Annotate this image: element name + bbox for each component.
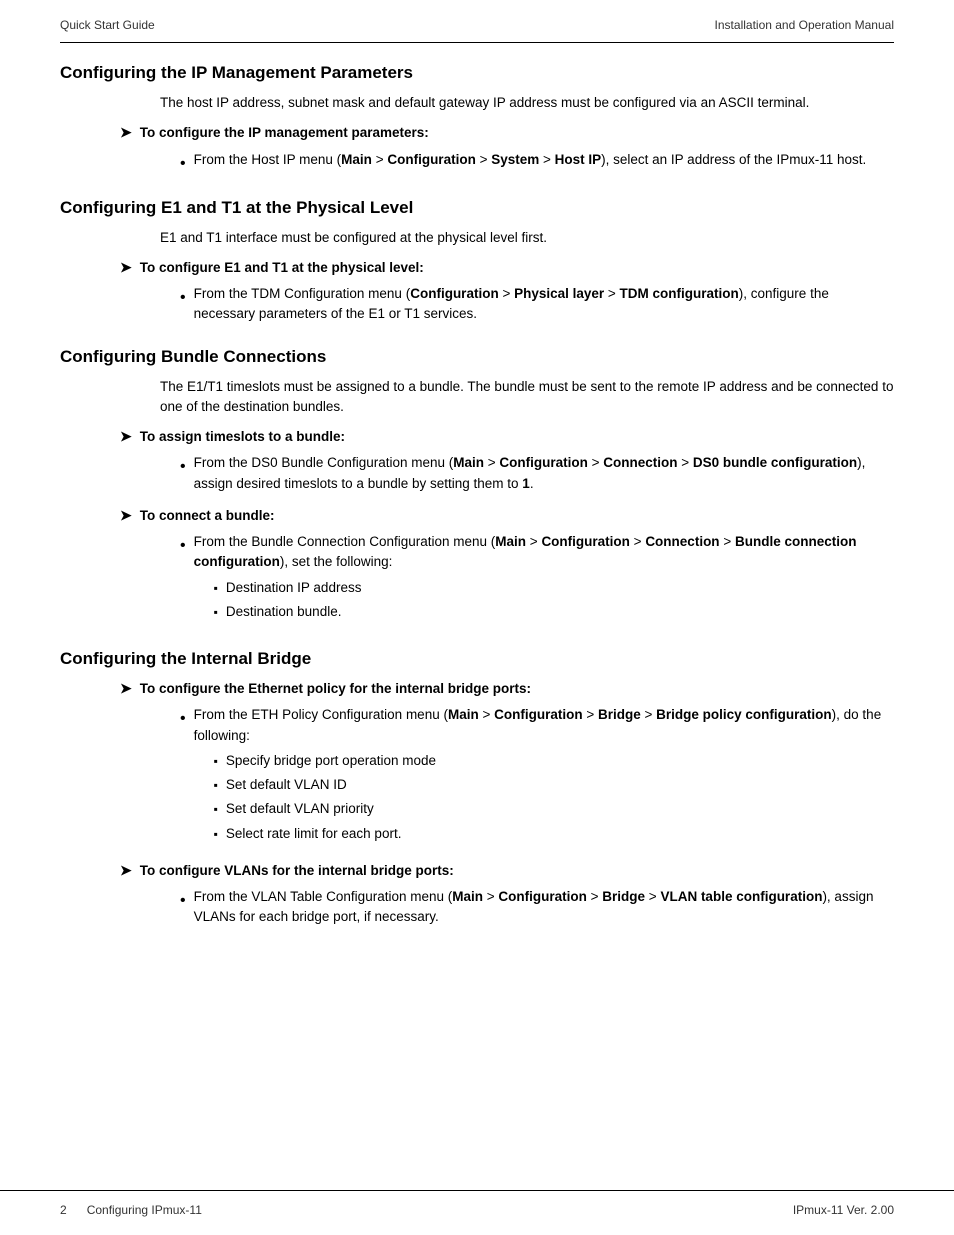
arrow-item-ip: ➤ To configure the IP management paramet… xyxy=(120,123,894,143)
arrow-item-bridge-2: ➤ To configure VLANs for the internal br… xyxy=(120,861,894,881)
sub-bullet-item-bridge-1-3: ▪ Set default VLAN priority xyxy=(214,799,894,819)
footer-right-text: IPmux-11 Ver. 2.00 xyxy=(793,1203,894,1217)
bullet-item-bundle-1: • From the DS0 Bundle Configuration menu… xyxy=(180,453,894,494)
bullet-item-bridge-1: • From the ETH Policy Configuration menu… xyxy=(180,705,894,849)
arrow-item-e1: ➤ To configure E1 and T1 at the physical… xyxy=(120,258,894,278)
bullet-text-bundle-1: From the DS0 Bundle Configuration menu (… xyxy=(194,453,894,494)
bullet-item-bundle-2: • From the Bundle Connection Configurati… xyxy=(180,532,894,627)
sub-bullet-text-bundle-2-1: Destination IP address xyxy=(226,578,362,598)
section-e1-t1-title: Configuring E1 and T1 at the Physical Le… xyxy=(60,198,894,218)
sub-bullet-item-bundle-2-1: ▪ Destination IP address xyxy=(214,578,894,598)
arrow-item-bundle-1: ➤ To assign timeslots to a bundle: xyxy=(120,427,894,447)
section-bundle: Configuring Bundle Connections The E1/T1… xyxy=(60,347,894,628)
section-ip-management-title: Configuring the IP Management Parameters xyxy=(60,63,894,83)
arrow-icon-bundle-1: ➤ xyxy=(120,428,132,445)
bullet-list-e1: • From the TDM Configuration menu (Confi… xyxy=(180,284,894,325)
bundle-instruction-2: ➤ To connect a bundle: • From the Bundle… xyxy=(60,506,894,627)
sub-bullet-text-bridge-1-3: Set default VLAN priority xyxy=(226,799,374,819)
sub-bullet-symbol-1: ▪ xyxy=(214,579,218,597)
section-ip-management: Configuring the IP Management Parameters… xyxy=(60,63,894,176)
section-e1-t1: Configuring E1 and T1 at the Physical Le… xyxy=(60,198,894,325)
sub-bullet-symbol-2: ▪ xyxy=(214,603,218,621)
arrow-text-e1: To configure E1 and T1 at the physical l… xyxy=(140,258,424,278)
main-content: Configuring the IP Management Parameters… xyxy=(0,43,954,1190)
footer-left: 2 Configuring IPmux-11 xyxy=(60,1203,202,1217)
arrow-text-bridge-1: To configure the Ethernet policy for the… xyxy=(140,679,531,699)
bullet-list-ip: • From the Host IP menu (Main > Configur… xyxy=(180,150,894,176)
bullet-dot-bundle-1: • xyxy=(180,455,186,479)
section-bridge: Configuring the Internal Bridge ➤ To con… xyxy=(60,649,894,928)
bullet-text-bridge-2: From the VLAN Table Configuration menu (… xyxy=(194,887,894,928)
bullet-dot-ip-1: • xyxy=(180,152,186,176)
sub-bullet-list-bridge-1: ▪ Specify bridge port operation mode ▪ S… xyxy=(214,751,894,844)
arrow-text-ip: To configure the IP management parameter… xyxy=(140,123,429,143)
section-bundle-intro: The E1/T1 timeslots must be assigned to … xyxy=(160,377,894,418)
bullet-text-e1-1: From the TDM Configuration menu (Configu… xyxy=(194,284,894,325)
arrow-text-bundle-1: To assign timeslots to a bundle: xyxy=(140,427,345,447)
sub-bullet-list-bundle-2: ▪ Destination IP address ▪ Destination b… xyxy=(214,578,894,623)
arrow-text-bridge-2: To configure VLANs for the internal brid… xyxy=(140,861,454,881)
arrow-icon-bridge-1: ➤ xyxy=(120,680,132,697)
sub-bullet-text-bundle-2-2: Destination bundle. xyxy=(226,602,342,622)
section-bridge-title: Configuring the Internal Bridge xyxy=(60,649,894,669)
sub-bullet-symbol-b1-2: ▪ xyxy=(214,776,218,794)
bundle-instruction-1: ➤ To assign timeslots to a bundle: • Fro… xyxy=(60,427,894,494)
header-right: Installation and Operation Manual xyxy=(715,18,894,32)
bullet-dot-bundle-2: • xyxy=(180,534,186,558)
header-left: Quick Start Guide xyxy=(60,18,155,32)
footer-right: IPmux-11 Ver. 2.00 xyxy=(793,1203,894,1217)
section-ip-management-intro: The host IP address, subnet mask and def… xyxy=(160,93,894,113)
bullet-item-e1-1: • From the TDM Configuration menu (Confi… xyxy=(180,284,894,325)
bridge-instruction-2: ➤ To configure VLANs for the internal br… xyxy=(60,861,894,928)
page-header: Quick Start Guide Installation and Opera… xyxy=(0,0,954,42)
arrow-text-bundle-2: To connect a bundle: xyxy=(140,506,275,526)
bullet-list-bridge-2: • From the VLAN Table Configuration menu… xyxy=(180,887,894,928)
sub-bullet-symbol-b1-3: ▪ xyxy=(214,800,218,818)
footer-left-text: Configuring IPmux-11 xyxy=(87,1203,202,1217)
sub-bullet-text-bridge-1-1: Specify bridge port operation mode xyxy=(226,751,436,771)
bullet-text-ip-1: From the Host IP menu (Main > Configurat… xyxy=(194,150,867,170)
sub-bullet-symbol-b1-4: ▪ xyxy=(214,825,218,843)
arrow-icon-ip: ➤ xyxy=(120,124,132,141)
arrow-icon-bundle-2: ➤ xyxy=(120,507,132,524)
e1-instruction-1: ➤ To configure E1 and T1 at the physical… xyxy=(60,258,894,325)
sub-bullet-item-bundle-2-2: ▪ Destination bundle. xyxy=(214,602,894,622)
arrow-item-bridge-1: ➤ To configure the Ethernet policy for t… xyxy=(120,679,894,699)
page: Quick Start Guide Installation and Opera… xyxy=(0,0,954,1235)
footer-page-number: 2 xyxy=(60,1203,67,1217)
bullet-item-ip-1: • From the Host IP menu (Main > Configur… xyxy=(180,150,894,176)
sub-bullet-text-bridge-1-2: Set default VLAN ID xyxy=(226,775,347,795)
bullet-item-bridge-2: • From the VLAN Table Configuration menu… xyxy=(180,887,894,928)
sub-bullet-item-bridge-1-1: ▪ Specify bridge port operation mode xyxy=(214,751,894,771)
bullet-dot-bridge-1: • xyxy=(180,707,186,731)
sub-bullet-item-bridge-1-2: ▪ Set default VLAN ID xyxy=(214,775,894,795)
bullet-text-bridge-1: From the ETH Policy Configuration menu (… xyxy=(194,707,882,742)
bullet-text-bundle-2: From the Bundle Connection Configuration… xyxy=(194,534,857,569)
sub-bullet-text-bridge-1-4: Select rate limit for each port. xyxy=(226,824,402,844)
bullet-dot-bridge-2: • xyxy=(180,889,186,913)
bridge-instruction-1: ➤ To configure the Ethernet policy for t… xyxy=(60,679,894,849)
ip-instruction-1: ➤ To configure the IP management paramet… xyxy=(60,123,894,175)
arrow-icon-bridge-2: ➤ xyxy=(120,862,132,879)
section-bundle-title: Configuring Bundle Connections xyxy=(60,347,894,367)
bullet-list-bridge-1: • From the ETH Policy Configuration menu… xyxy=(180,705,894,849)
arrow-icon-e1: ➤ xyxy=(120,259,132,276)
page-footer: 2 Configuring IPmux-11 IPmux-11 Ver. 2.0… xyxy=(0,1190,954,1235)
bullet-list-bundle-2: • From the Bundle Connection Configurati… xyxy=(180,532,894,627)
sub-bullet-item-bridge-1-4: ▪ Select rate limit for each port. xyxy=(214,824,894,844)
section-e1-t1-intro: E1 and T1 interface must be configured a… xyxy=(160,228,894,248)
bullet-dot-e1-1: • xyxy=(180,286,186,310)
sub-bullet-symbol-b1-1: ▪ xyxy=(214,752,218,770)
bullet-list-bundle-1: • From the DS0 Bundle Configuration menu… xyxy=(180,453,894,494)
arrow-item-bundle-2: ➤ To connect a bundle: xyxy=(120,506,894,526)
